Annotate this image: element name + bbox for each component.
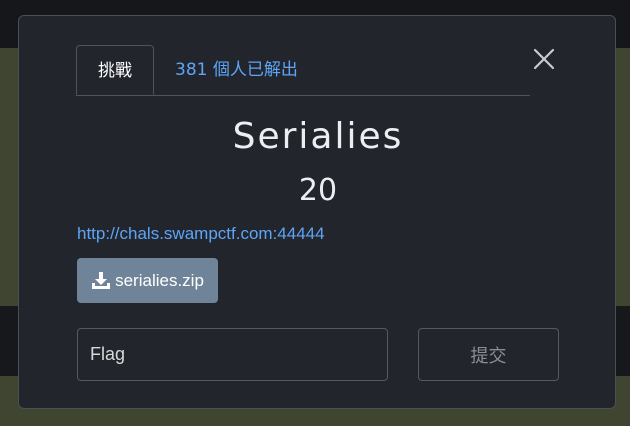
submit-button[interactable]: 提交	[418, 328, 559, 381]
file-name: serialies.zip	[115, 270, 204, 290]
challenge-points: 20	[298, 173, 338, 208]
modal-tabs: 挑戰 381 個人已解出	[76, 45, 530, 96]
challenge-name: Serialies	[232, 116, 404, 157]
challenge-link[interactable]: http://chals.swampctf.com:44444	[77, 224, 325, 244]
close-icon	[533, 48, 555, 70]
close-button[interactable]	[531, 46, 557, 72]
challenge-modal: 挑戰 381 個人已解出 Serialies 20 http://chals.s…	[18, 15, 616, 409]
tab-solves[interactable]: 381 個人已解出	[175, 45, 298, 95]
download-icon	[92, 271, 111, 289]
file-download-button[interactable]: serialies.zip	[77, 258, 218, 303]
flag-input[interactable]	[77, 328, 388, 381]
tab-challenge[interactable]: 挑戰	[76, 45, 154, 95]
